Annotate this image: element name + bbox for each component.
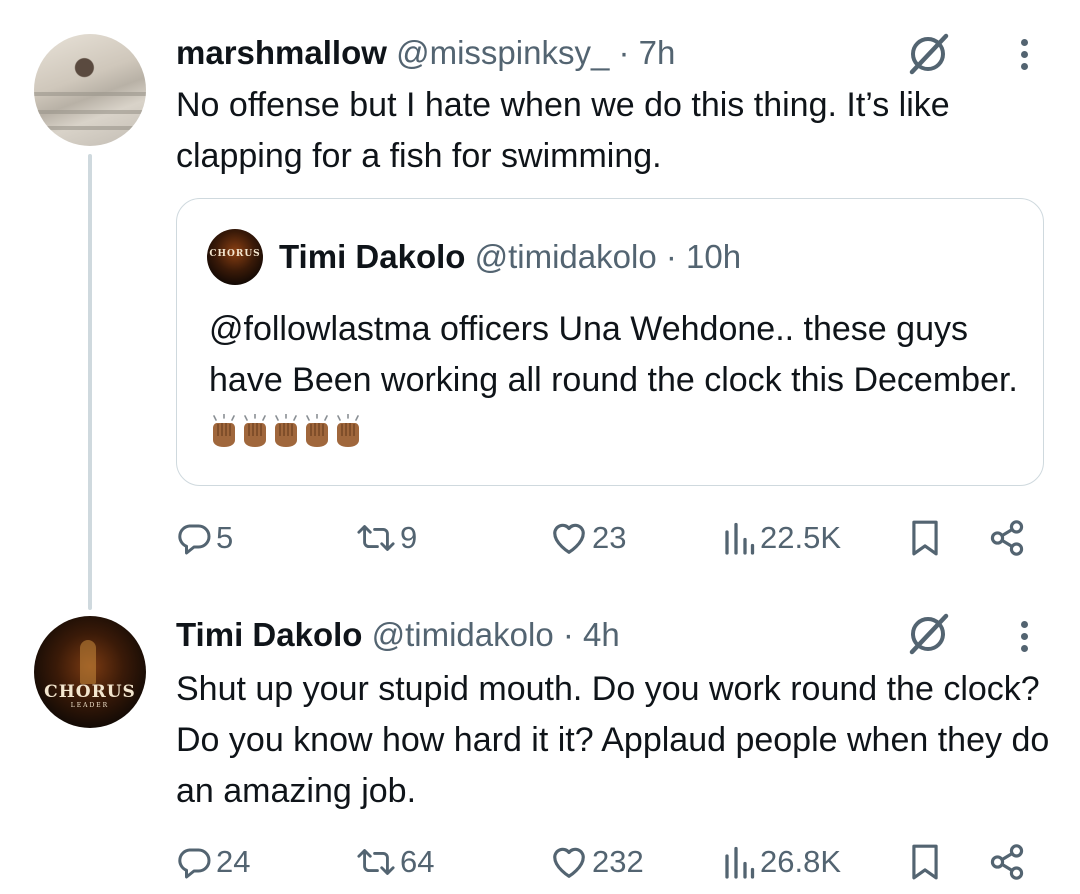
action-bar: 24 64 232 26.8K [0,838,1080,886]
avatar-logo-text: CHORUS [44,682,136,702]
tweet-timi-dakolo[interactable]: CHORUS LEADER Timi Dakolo @timidakolo · … [0,600,1080,894]
clapping-hands-icon [306,414,328,447]
more-options-icon[interactable] [1018,618,1030,658]
reply-icon [178,524,211,555]
display-name[interactable]: Timi Dakolo [176,616,362,653]
repost-icon [357,525,395,551]
tweet-header: Timi Dakolo @timidakolo · 4h [176,615,620,655]
grok-icon[interactable] [906,612,950,656]
heart-icon [553,523,585,554]
bookmark-icon [912,844,938,880]
share-icon [990,520,1024,556]
quote-text: @followlastma officers Una Wehdone.. the… [209,304,1019,457]
share-button[interactable] [988,514,1026,562]
user-handle[interactable]: @misspinksy_ [396,34,609,71]
view-count: 26.8K [760,844,842,879]
quote-text-content: @followlastma officers Una Wehdone.. the… [209,310,1018,399]
quote-display-name: Timi Dakolo [279,238,466,275]
clapping-hands-icon [337,414,359,447]
separator: · [656,238,687,275]
repost-count: 9 [400,520,418,555]
emoji-row [209,412,364,450]
clapping-hands-icon [213,414,235,447]
action-bar: 5 9 23 22.5K [0,514,1080,562]
reply-icon [178,848,211,879]
share-button[interactable] [988,838,1026,886]
quote-user-handle: @timidakolo [474,238,657,275]
quote-avatar: CHORUS [207,229,263,285]
tweet-text: Shut up your stupid mouth. Do you work r… [176,670,1050,810]
timestamp[interactable]: 7h [639,34,676,71]
clapping-hands-icon [275,414,297,447]
like-count: 23 [592,520,627,555]
repost-button[interactable]: 64 [356,838,434,886]
repost-button[interactable]: 9 [356,514,417,562]
repost-icon [357,849,395,875]
view-count: 22.5K [760,520,842,555]
tweet-header: marshmallow @misspinksy_ · 7h [176,33,675,73]
heart-icon [553,847,585,878]
views-icon [725,846,755,879]
more-options-icon[interactable] [1018,36,1030,76]
like-count: 232 [592,844,644,879]
views-button[interactable]: 26.8K [722,838,841,886]
user-handle[interactable]: @timidakolo [372,616,554,653]
quote-timestamp: 10h [686,238,742,275]
avatar[interactable] [34,34,146,146]
timestamp[interactable]: 4h [583,616,620,653]
reply-button[interactable]: 5 [176,514,233,562]
repost-count: 64 [400,844,435,879]
tweet-marshmallow[interactable]: marshmallow @misspinksy_ · 7h No offense… [0,0,1080,610]
reply-count: 24 [216,844,251,879]
bookmark-button[interactable] [908,838,942,886]
tweet-text: No offense but I hate when we do this th… [176,86,950,175]
like-button[interactable]: 23 [550,514,626,562]
display-name[interactable]: marshmallow [176,34,387,71]
grok-icon[interactable] [906,32,950,76]
quoted-tweet[interactable]: CHORUS Timi Dakolo @timidakolo · 10h @fo… [176,198,1044,486]
views-button[interactable]: 22.5K [722,514,841,562]
separator: · [553,616,584,653]
clapping-hands-icon [244,414,266,447]
share-icon [990,844,1024,880]
avatar[interactable]: CHORUS LEADER [34,616,146,728]
bookmark-button[interactable] [908,514,942,562]
avatar-logo-text: CHORUS [209,249,261,259]
reply-button[interactable]: 24 [176,838,250,886]
separator: · [609,34,639,71]
bookmark-icon [912,520,938,556]
quote-header: Timi Dakolo @timidakolo · 10h [279,237,741,277]
reply-count: 5 [216,520,234,555]
like-button[interactable]: 232 [550,838,644,886]
views-icon [725,522,755,555]
avatar-logo-subtext: LEADER [70,702,110,709]
